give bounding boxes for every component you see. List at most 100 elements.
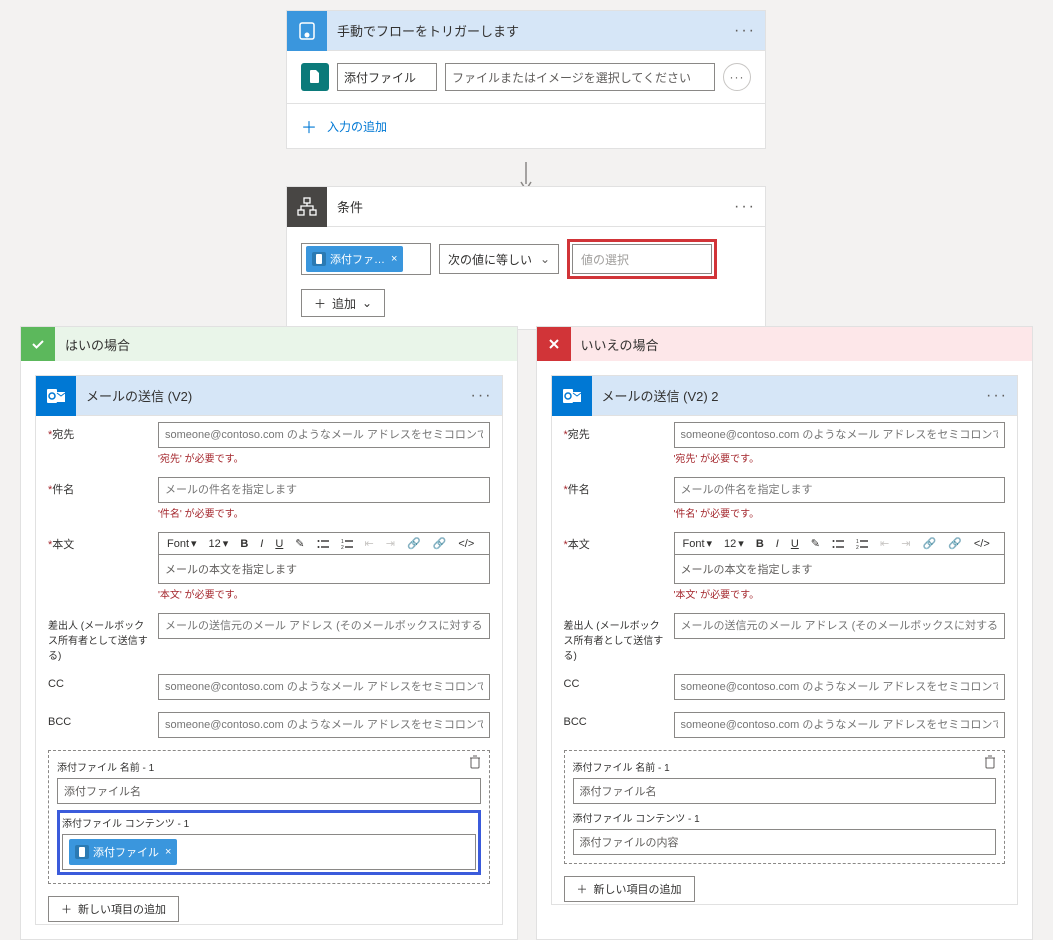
- subject-input[interactable]: [158, 477, 490, 503]
- font-select[interactable]: Font ▾: [163, 535, 201, 552]
- outdent-button[interactable]: ⇤: [361, 535, 378, 552]
- email-card-1: メールの送信 (V2) ··· *宛先 '宛先' が必要です。 *件名: [35, 375, 503, 925]
- trigger-title: 手動でフローをトリガーします: [327, 21, 725, 40]
- add-label: 追加: [332, 295, 356, 312]
- italic-button[interactable]: I: [256, 536, 267, 552]
- email2-menu[interactable]: ···: [977, 387, 1017, 405]
- trigger-body: 添付ファイル ファイルまたはイメージを選択してください ···: [287, 51, 765, 103]
- to-error: '宛先' が必要です。: [158, 450, 490, 465]
- attachment-box-2: 添付ファイル 名前 - 1 添付ファイル名 添付ファイル コンテンツ - 1 添…: [564, 750, 1006, 864]
- input-options[interactable]: ···: [723, 63, 751, 91]
- attachment-box-1: 添付ファイル 名前 - 1 添付ファイル名 添付ファイル コンテンツ - 1 添…: [48, 750, 490, 884]
- rich-text-toolbar-2: Font ▾ 12 ▾ B I U ✎ 12 ⇤ ⇥ 🔗: [674, 532, 1006, 554]
- body-editor-2[interactable]: メールの本文を指定します: [674, 554, 1006, 584]
- cc-row-2: CC: [552, 668, 1018, 706]
- bold-button[interactable]: B: [236, 536, 252, 552]
- indent-button[interactable]: ⇥: [382, 535, 399, 552]
- body-error-2: '本文' が必要です。: [674, 586, 1006, 601]
- condition-card: 条件 ··· 添付ファ… × 次の値に等しい ⌄: [286, 186, 766, 330]
- operator-label: 次の値に等しい: [448, 251, 532, 268]
- color-button[interactable]: ✎: [291, 535, 308, 552]
- condition-value-input[interactable]: 値の選択: [572, 244, 712, 274]
- body-label: 本文: [52, 539, 74, 551]
- link-button[interactable]: 🔗: [918, 535, 940, 552]
- unlink-button[interactable]: 🔗: [429, 535, 451, 552]
- from-input[interactable]: [158, 613, 490, 639]
- bullet-list-button[interactable]: [313, 537, 333, 551]
- token-label: 添付ファ…: [330, 251, 385, 267]
- add-attachment-button-2[interactable]: ＋ 新しい項目の追加: [564, 876, 695, 902]
- add-input-label: 入力の追加: [327, 118, 387, 135]
- condition-menu[interactable]: ···: [725, 198, 765, 216]
- number-list-button[interactable]: 12: [337, 537, 357, 551]
- unlink-button[interactable]: 🔗: [944, 535, 966, 552]
- token-remove[interactable]: ×: [165, 846, 171, 858]
- bcc-label: BCC: [564, 712, 664, 728]
- attachment-name-input[interactable]: 添付ファイル: [337, 63, 437, 91]
- condition-icon: [287, 187, 327, 227]
- outdent-button[interactable]: ⇤: [876, 535, 893, 552]
- cc-input[interactable]: [158, 674, 490, 700]
- from-row-2: 差出人 (メールボックス所有者として送信する): [552, 607, 1018, 668]
- bullet-list-button[interactable]: [828, 537, 848, 551]
- code-view-button[interactable]: </>: [454, 536, 478, 552]
- bcc-row-2: BCC: [552, 706, 1018, 744]
- attach-content-input[interactable]: 添付ファイル ×: [62, 834, 476, 870]
- code-view-button[interactable]: </>: [970, 536, 994, 552]
- from-label: 差出人 (メールボックス所有者として送信する): [48, 613, 148, 662]
- plus-icon: ＋: [61, 901, 72, 917]
- bcc-input-2[interactable]: [674, 712, 1006, 738]
- to-error-2: '宛先' が必要です。: [674, 450, 1006, 465]
- indent-button[interactable]: ⇥: [897, 535, 914, 552]
- delete-attachment-icon[interactable]: [984, 755, 996, 769]
- condition-left-value[interactable]: 添付ファ… ×: [301, 243, 431, 275]
- bold-button[interactable]: B: [752, 536, 768, 552]
- bcc-input[interactable]: [158, 712, 490, 738]
- yes-branch: はいの場合 メールの送信 (V2) ··· *宛先: [20, 326, 518, 940]
- cc-input-2[interactable]: [674, 674, 1006, 700]
- link-button[interactable]: 🔗: [403, 535, 425, 552]
- underline-button[interactable]: U: [271, 536, 287, 552]
- color-button[interactable]: ✎: [807, 535, 824, 552]
- bcc-row: BCC: [36, 706, 502, 744]
- svg-text:2: 2: [856, 545, 859, 549]
- subject-row-2: *件名 '件名' が必要です。: [552, 471, 1018, 526]
- attach-content-highlight: 添付ファイル コンテンツ - 1 添付ファイル ×: [57, 810, 481, 875]
- email1-menu[interactable]: ···: [462, 387, 502, 405]
- condition-body: 添付ファ… × 次の値に等しい ⌄ 値の選択 ＋ 追加 ⌄: [287, 227, 765, 329]
- delete-attachment-icon[interactable]: [469, 755, 481, 769]
- token-remove[interactable]: ×: [391, 253, 397, 265]
- attach-name-input-2[interactable]: 添付ファイル名: [573, 778, 997, 804]
- from-input-2[interactable]: [674, 613, 1006, 639]
- attach-name-input[interactable]: 添付ファイル名: [57, 778, 481, 804]
- to-row: *宛先 '宛先' が必要です。: [36, 416, 502, 471]
- body-editor[interactable]: メールの本文を指定します: [158, 554, 490, 584]
- yes-body: メールの送信 (V2) ··· *宛先 '宛先' が必要です。 *件名: [21, 361, 517, 939]
- to-label: 宛先: [52, 429, 74, 441]
- add-attachment-button-1[interactable]: ＋ 新しい項目の追加: [48, 896, 179, 922]
- subject-input-2[interactable]: [674, 477, 1006, 503]
- font-size-select[interactable]: 12 ▾: [205, 535, 233, 552]
- underline-button[interactable]: U: [787, 536, 803, 552]
- operator-select[interactable]: 次の値に等しい ⌄: [439, 244, 559, 274]
- subject-error: '件名' が必要です。: [158, 505, 490, 520]
- to-input-2[interactable]: [674, 422, 1006, 448]
- email1-title: メールの送信 (V2): [76, 386, 462, 405]
- chevron-down-icon: ⌄: [362, 296, 372, 310]
- attach-content-input-2[interactable]: 添付ファイルの内容: [573, 829, 997, 855]
- font-size-select[interactable]: 12 ▾: [720, 535, 748, 552]
- font-select[interactable]: Font ▾: [679, 535, 717, 552]
- number-list-button[interactable]: 12: [852, 537, 872, 551]
- to-input[interactable]: [158, 422, 490, 448]
- body-row: *本文 Font ▾ 12 ▾ B I U ✎ 12: [36, 526, 502, 607]
- italic-button[interactable]: I: [772, 536, 783, 552]
- outlook-icon: [36, 376, 76, 416]
- yes-header: はいの場合: [21, 327, 517, 361]
- trigger-menu[interactable]: ···: [725, 22, 765, 40]
- add-input-button[interactable]: ＋ 入力の追加: [287, 103, 765, 148]
- no-branch: いいえの場合 メールの送信 (V2) 2 ··· *宛先: [536, 326, 1034, 940]
- file-select-input[interactable]: ファイルまたはイメージを選択してください: [445, 63, 715, 91]
- subject-row: *件名 '件名' が必要です。: [36, 471, 502, 526]
- add-condition-button[interactable]: ＋ 追加 ⌄: [301, 289, 385, 317]
- bcc-label: BCC: [48, 712, 148, 728]
